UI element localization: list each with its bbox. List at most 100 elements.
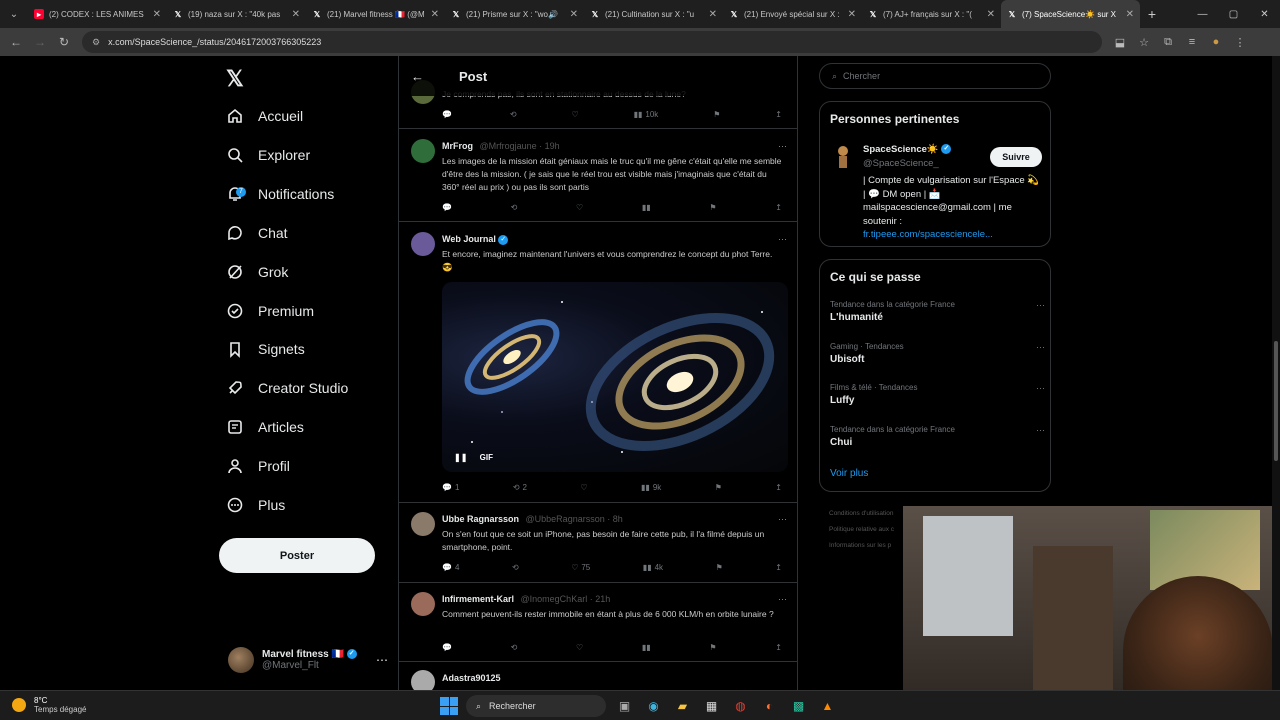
browser-tab[interactable]: ▸ (2) CODEX : LES ANIMES ✕: [28, 0, 167, 28]
account-switcher[interactable]: Marvel fitness 🇫🇷 ✓ @Marvel_Flt ⋯: [228, 644, 388, 676]
views-icon[interactable]: ▮▮ 4k: [643, 563, 663, 572]
nav-item-grok[interactable]: Grok: [226, 257, 288, 287]
site-info-icon[interactable]: ⚙: [92, 37, 100, 48]
x-logo-icon[interactable]: 𝕏: [226, 66, 244, 92]
footer-link[interactable]: Conditions d'utilisation: [829, 506, 909, 522]
author-name[interactable]: MrFrog: [442, 141, 473, 151]
reply-icon[interactable]: 💬 4: [442, 563, 459, 572]
more-icon[interactable]: ⋯: [1036, 383, 1045, 394]
nav-item-signets[interactable]: Signets: [226, 334, 305, 364]
back-arrow-icon[interactable]: ←: [411, 69, 441, 84]
page-scrollbar[interactable]: [1272, 56, 1280, 690]
install-icon[interactable]: ⬓: [1108, 36, 1132, 49]
reply-icon[interactable]: 💬: [442, 643, 452, 652]
like-icon[interactable]: ♡: [576, 203, 583, 212]
browser-tab[interactable]: 𝕏 (21) Envoyé spécial sur X : ✕: [723, 0, 862, 28]
views-icon[interactable]: ▮▮: [642, 643, 651, 652]
browser-tab[interactable]: 𝕏 (7) SpaceScience☀️ sur X ✕: [1001, 0, 1140, 28]
footer-link[interactable]: Politique relative aux c: [829, 522, 909, 538]
nav-item-chat[interactable]: Chat: [226, 218, 288, 248]
trend-item[interactable]: Tendance dans la catégorie France L'human…: [830, 300, 1045, 323]
retweet-icon[interactable]: ⟲: [510, 110, 517, 119]
edge-icon[interactable]: ◉: [643, 696, 664, 717]
menu-icon[interactable]: ⋮: [1228, 36, 1252, 49]
close-tab-icon[interactable]: ✕: [848, 9, 856, 20]
firefox-icon[interactable]: ◐: [759, 696, 780, 717]
views-icon[interactable]: ▮▮: [642, 203, 651, 212]
minimize-icon[interactable]: —: [1187, 0, 1218, 28]
share-icon[interactable]: ↥: [775, 110, 782, 119]
trend-item[interactable]: Films & télé · Tendances Luffy ⋯: [830, 383, 1045, 406]
follow-button[interactable]: Suivre: [990, 147, 1042, 167]
bookmark-icon[interactable]: ⚑: [716, 563, 723, 572]
nav-item-creator-studio[interactable]: Creator Studio: [226, 373, 348, 403]
spacescience-avatar[interactable]: [832, 144, 854, 170]
chrome-icon[interactable]: ◍: [730, 696, 751, 717]
views-icon[interactable]: ▮▮ 10k: [634, 110, 659, 119]
gif-media[interactable]: ❚❚ GIF: [442, 282, 788, 472]
share-icon[interactable]: ↥: [775, 483, 782, 492]
retweet-icon[interactable]: ⟲: [511, 643, 518, 652]
author-name[interactable]: Adastra90125: [442, 673, 501, 683]
profile-link[interactable]: fr.tipeee.com/spacesciencele...: [863, 229, 993, 240]
bookmark-icon[interactable]: ⚑: [715, 483, 722, 492]
retweet-icon[interactable]: ⟲ 2: [513, 483, 527, 492]
profile-avatar-icon[interactable]: ●: [1204, 36, 1228, 49]
taskbar-search[interactable]: ⌕ Rechercher: [466, 695, 606, 717]
like-icon[interactable]: ♡: [580, 483, 587, 492]
browser-tab[interactable]: 𝕏 (7) AJ+ français sur X : "(✕: [862, 0, 1001, 28]
vlc-icon[interactable]: ▲: [817, 696, 838, 717]
views-icon[interactable]: ▮▮ 9k: [641, 483, 661, 492]
close-tab-icon[interactable]: ✕: [1126, 9, 1134, 20]
share-icon[interactable]: ↥: [775, 643, 782, 652]
reply-icon[interactable]: 💬 1: [442, 483, 459, 492]
bookmark-icon[interactable]: ⚑: [713, 110, 720, 119]
close-tab-icon[interactable]: ✕: [987, 9, 995, 20]
trend-item[interactable]: Gaming · Tendances Ubisoft ⋯: [830, 342, 1045, 365]
nav-item-accueil[interactable]: Accueil: [226, 101, 303, 131]
browser-tab[interactable]: 𝕏 (21) Marvel fitness 🇫🇷 (@M ✕: [306, 0, 445, 28]
like-icon[interactable]: ♡ 75: [571, 563, 590, 572]
browser-tab[interactable]: 𝕏 (21) Cultination sur X : "u ✕: [584, 0, 723, 28]
author-name[interactable]: Web Journal: [442, 234, 496, 244]
retweet-icon[interactable]: ⟲: [512, 563, 519, 572]
star-icon[interactable]: ☆: [1132, 36, 1156, 49]
media-icon[interactable]: ≡: [1180, 36, 1204, 49]
nav-item-plus[interactable]: Plus: [226, 490, 285, 520]
more-icon[interactable]: ⋯: [778, 234, 787, 245]
file-explorer-icon[interactable]: ▰: [672, 696, 693, 717]
address-bar[interactable]: ⚙ x.com/SpaceScience_/status/20461720037…: [82, 31, 1102, 53]
reload-icon[interactable]: ↻: [52, 35, 76, 49]
store-icon[interactable]: ▦: [701, 696, 722, 717]
search-input[interactable]: ⌕ Chercher: [819, 63, 1051, 89]
retweet-icon[interactable]: ⟲: [511, 203, 518, 212]
close-tab-icon[interactable]: ✕: [709, 9, 717, 20]
task-view-icon[interactable]: ▣: [614, 696, 635, 717]
see-more-link[interactable]: Voir plus: [830, 468, 868, 479]
browser-tab[interactable]: 𝕏 (19) naza sur X : "40k pas ✕: [167, 0, 306, 28]
nav-item-premium[interactable]: Premium: [226, 296, 314, 326]
bookmark-icon[interactable]: ⚑: [709, 643, 716, 652]
author-name[interactable]: Ubbe Ragnarsson: [442, 514, 519, 524]
reply-icon[interactable]: 💬: [442, 110, 455, 119]
back-icon[interactable]: ←: [4, 35, 28, 49]
nav-item-explorer[interactable]: Explorer: [226, 140, 310, 170]
close-tab-icon[interactable]: ✕: [292, 9, 300, 20]
browser-tab[interactable]: 𝕏 (21) Prisme sur X : "wo🔊 ✕: [445, 0, 584, 28]
bookmark-icon[interactable]: ⚑: [709, 203, 716, 212]
more-icon[interactable]: ⋯: [1036, 300, 1045, 311]
start-icon[interactable]: [440, 697, 458, 715]
more-icon[interactable]: ⋯: [1036, 425, 1045, 436]
maximize-icon[interactable]: ▢: [1218, 0, 1249, 28]
author-name[interactable]: Infirmement-Karl: [442, 594, 514, 604]
more-icon[interactable]: ⋯: [778, 141, 787, 152]
nav-item-articles[interactable]: Articles: [226, 412, 304, 442]
share-icon[interactable]: ↥: [775, 563, 782, 572]
close-tab-icon[interactable]: ✕: [431, 9, 439, 20]
more-options-icon[interactable]: ⋯: [376, 653, 388, 667]
more-icon[interactable]: ⋯: [1036, 342, 1045, 353]
share-icon[interactable]: ↥: [775, 203, 782, 212]
like-icon[interactable]: ♡: [571, 110, 578, 119]
trend-item[interactable]: Tendance dans la catégorie France Chui ⋯: [830, 425, 1045, 448]
more-icon[interactable]: ⋯: [778, 594, 787, 605]
